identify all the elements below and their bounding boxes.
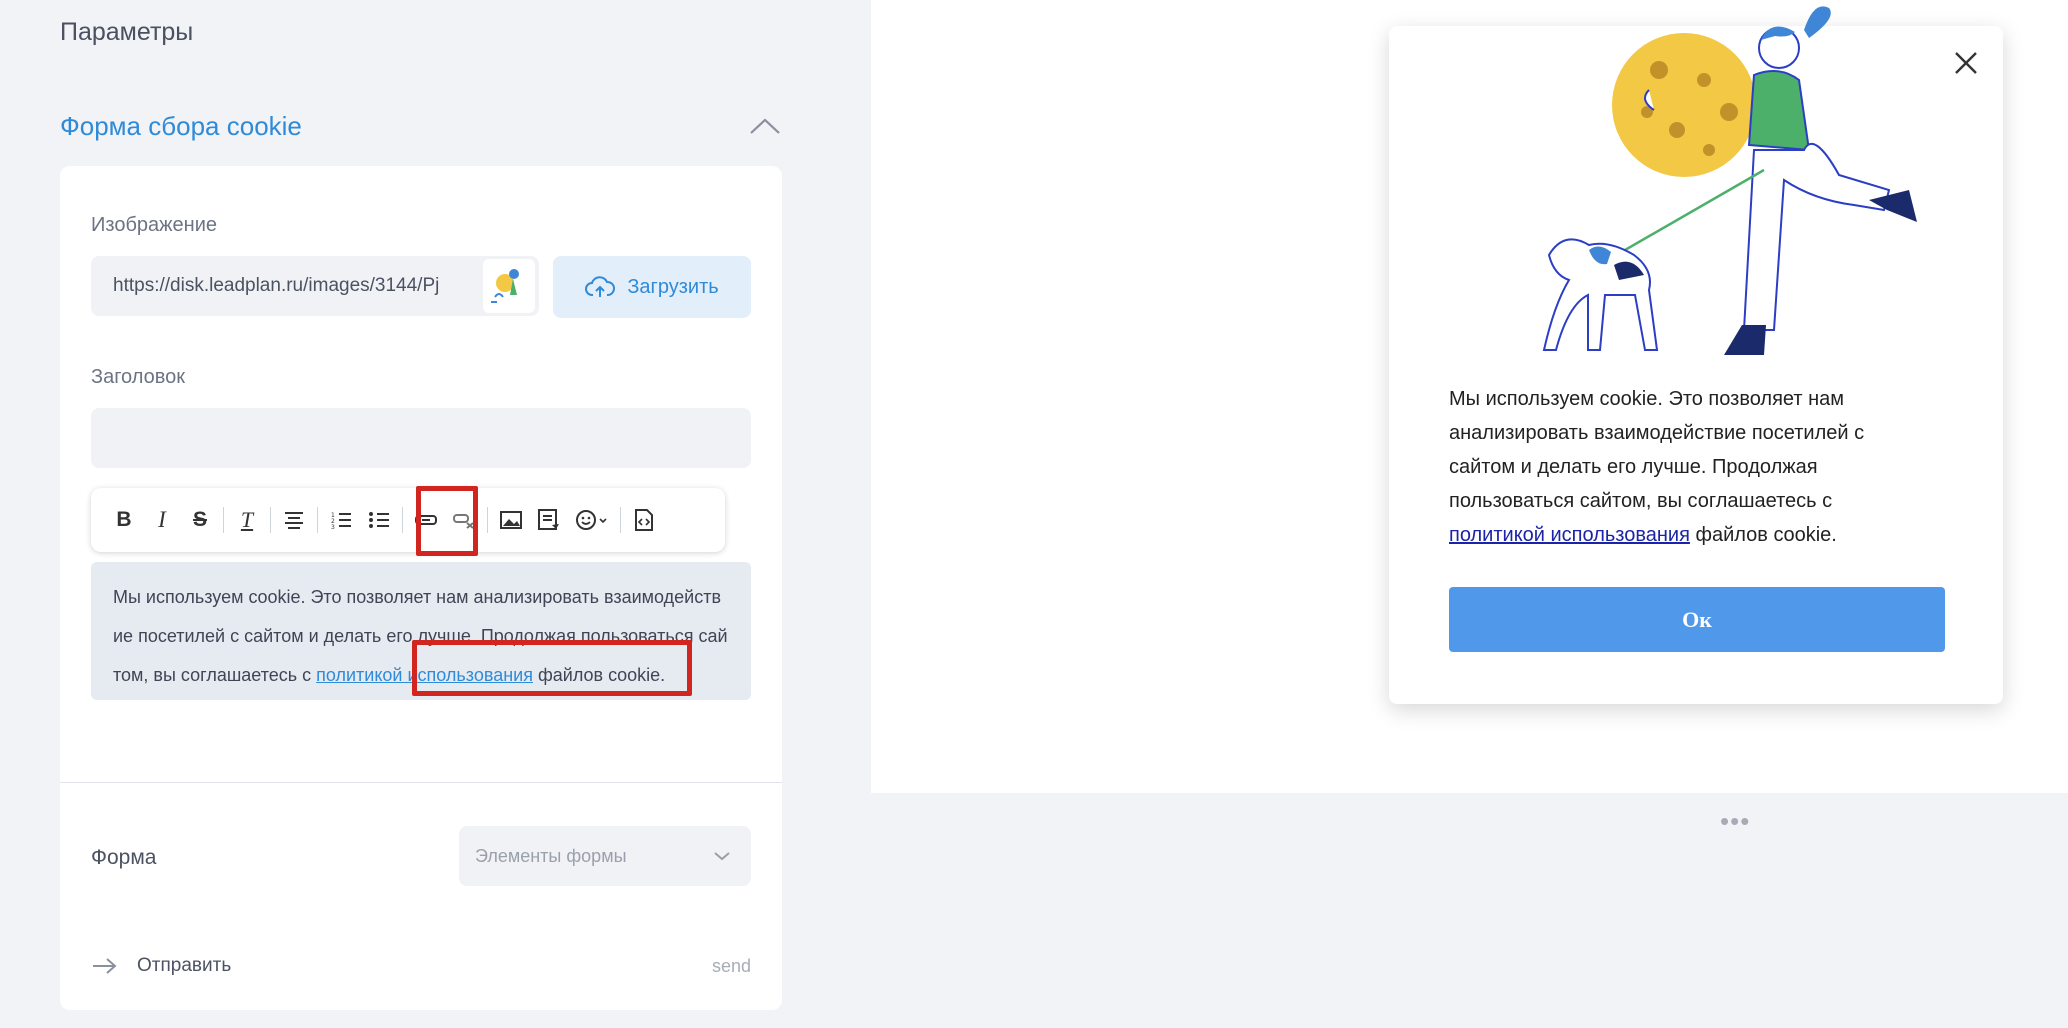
toolbar-separator (487, 507, 488, 533)
chevron-down-icon (714, 852, 730, 861)
bullet-list-icon (369, 512, 389, 528)
cookie-text-after: файлов cookie. (1689, 524, 1837, 546)
bullet-list-button[interactable] (360, 501, 398, 539)
preview-resize-handle[interactable]: ••• (1720, 806, 1750, 837)
media-icon (538, 509, 559, 530)
cookie-message: Мы используем cookie. Это позволяет нам … (1449, 382, 1929, 552)
toolbar-separator (317, 507, 318, 533)
image-icon (500, 511, 522, 529)
send-row[interactable]: Отправить send (91, 946, 751, 986)
send-label: Отправить (137, 955, 232, 976)
cookie-text-before: Мы используем cookie. Это позволяет нам … (1449, 388, 1865, 512)
numbered-list-icon: 123 (331, 512, 351, 530)
ok-button[interactable]: Ок (1449, 587, 1945, 652)
align-center-button[interactable] (275, 501, 313, 539)
svg-text:3: 3 (331, 524, 335, 530)
insert-image-button[interactable] (492, 501, 530, 539)
cookie-illustration (1542, 6, 1917, 355)
send-code: send (711, 955, 751, 976)
unlink-icon (453, 514, 474, 529)
arrow-right-icon (93, 958, 117, 974)
cookie-popup-preview: Мы используем cookie. Это позволяет нам … (1389, 6, 2003, 704)
unlink-button[interactable] (445, 501, 483, 539)
upload-label: Загрузить (627, 275, 719, 298)
heading-input[interactable] (91, 408, 751, 468)
policy-link[interactable]: политикой использования (1449, 524, 1690, 546)
insert-media-button[interactable] (530, 501, 568, 539)
form-label: Форма (91, 846, 157, 869)
toolbar-separator (270, 507, 271, 533)
numbered-list-button[interactable]: 123 (322, 501, 360, 539)
cookie-form-section-header[interactable]: Форма сбора cookie (60, 104, 782, 148)
emoji-button[interactable] (568, 501, 616, 539)
insert-link-button[interactable] (407, 501, 445, 539)
emoji-icon (576, 510, 607, 530)
align-center-icon (285, 512, 303, 529)
toolbar-separator (223, 507, 224, 533)
settings-card: Изображение https://disk.leadplan.ru/ima… (60, 166, 782, 1010)
toolbar-separator (620, 507, 621, 533)
divider (60, 782, 782, 783)
close-icon[interactable] (1949, 46, 1983, 80)
upload-button[interactable]: Загрузить (553, 256, 751, 318)
source-code-button[interactable] (625, 501, 663, 539)
editor-policy-link[interactable]: политикой использования (316, 665, 533, 685)
link-icon (415, 515, 437, 525)
image-url-input[interactable]: https://disk.leadplan.ru/images/3144/Pj (91, 256, 539, 316)
heading-label: Заголовок (91, 366, 186, 388)
cookie-text-editor[interactable]: Мы используем cookie. Это позволяет нам … (91, 562, 751, 700)
form-select-value: Элементы формы (475, 845, 627, 866)
chevron-up-icon[interactable] (748, 115, 782, 137)
italic-button[interactable]: I (143, 501, 181, 539)
form-elements-select[interactable]: Элементы формы (459, 826, 751, 886)
editor-toolbar: B I S T 123 (91, 488, 725, 552)
clear-format-button[interactable]: T (228, 501, 266, 539)
params-title: Параметры (60, 18, 194, 46)
toolbar-separator (402, 507, 403, 533)
image-thumbnail (483, 259, 535, 313)
section-title: Форма сбора cookie (60, 110, 302, 141)
image-label: Изображение (91, 214, 217, 236)
bold-button[interactable]: B (105, 501, 143, 539)
settings-panel: Параметры Форма сбора cookie Изображение… (0, 0, 871, 1028)
strikethrough-button[interactable]: S (181, 501, 219, 539)
source-code-icon (635, 509, 653, 531)
cloud-upload-icon (585, 276, 616, 297)
editor-text-after: файлов cookie. (532, 665, 666, 685)
